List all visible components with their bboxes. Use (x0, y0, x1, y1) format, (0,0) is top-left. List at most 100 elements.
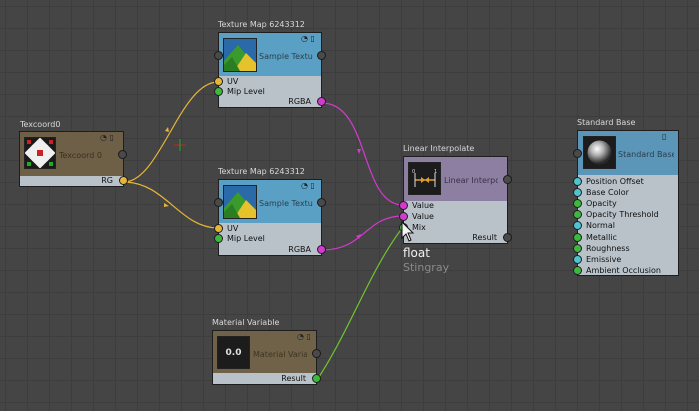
lerp-value2-label: Value (412, 212, 434, 221)
lerp-thumbnail-icon: 0 1 (408, 162, 441, 195)
wire-texcoord-to-texmap-top (123, 81, 219, 183)
node-options-icon[interactable]: ▯ (662, 133, 666, 141)
node-options-icon[interactable]: ◔ ▯ (301, 35, 315, 43)
texcoord-node-body: RG (20, 176, 128, 186)
texmap-bottom-node-label: Sample Texture (259, 199, 313, 208)
texmap-bottom-node[interactable]: Sample Texture ◔ ▯ UV Mip Level RGBA (214, 179, 326, 256)
standard-base-node[interactable]: Standard Base ▯ Position Offset Base Colo… (573, 130, 679, 276)
standard-base-input-pin[interactable] (573, 221, 582, 231)
variable-header-output-pin[interactable] (312, 349, 321, 358)
wire-arrow (356, 234, 361, 239)
node-options-icon[interactable]: ◔ ▯ (301, 182, 315, 190)
texmap-bottom-uv-input-pin[interactable] (214, 224, 223, 233)
node-graph-canvas[interactable]: Texcoord0 Texcoord 0 ◔ ▯ RG Texture Map … (0, 0, 699, 411)
texcoord-thumbnail-icon (24, 137, 56, 169)
variable-node-title: Material Variable (212, 318, 280, 327)
standard-base-input-label: Opacity Threshold (586, 210, 659, 220)
texcoord-node-header[interactable]: Texcoord 0 ◔ ▯ (20, 132, 127, 177)
texmap-bottom-header-output-pin[interactable] (317, 198, 326, 207)
mouse-cursor-icon (401, 221, 415, 242)
svg-text:1: 1 (434, 169, 437, 175)
wire-texcoord-to-texmap-bottom (123, 181, 219, 229)
tooltip-type-text: float (403, 246, 430, 260)
variable-result-output-pin[interactable] (312, 374, 321, 383)
material-sphere-icon (583, 136, 616, 169)
texmap-top-node-title: Texture Map 6243312 (218, 20, 305, 29)
texcoord-node-label: Texcoord 0 (59, 151, 102, 160)
lerp-result-output-pin[interactable] (503, 233, 512, 242)
standard-base-input-label: Base Color (586, 188, 629, 198)
tooltip-source-text: Stingray (403, 261, 450, 274)
standard-base-node-header[interactable]: Standard Base ▯ (573, 131, 678, 175)
variable-node[interactable]: 0.0 Material Variable ◔ ▯ Result (212, 330, 321, 385)
standard-base-input-pin[interactable] (573, 199, 582, 209)
texmap-top-rgba-output-pin[interactable] (317, 97, 326, 106)
lerp-value2-input-pin[interactable] (399, 212, 408, 221)
texmap-bottom-mip-label: Mip Level (227, 234, 265, 243)
variable-value: 0.0 (225, 348, 242, 358)
standard-base-input-label: Emissive (586, 254, 622, 264)
texcoord-header-output-pin[interactable] (118, 150, 127, 159)
node-options-icon[interactable]: ◔ ▯ (100, 134, 114, 142)
texmap-top-header-output-pin[interactable] (317, 51, 326, 60)
standard-base-input-pin[interactable] (573, 210, 582, 220)
variable-node-label: Material Variable (253, 350, 307, 359)
texmap-bottom-node-header[interactable]: Sample Texture ◔ ▯ (214, 180, 326, 223)
variable-node-body: Result (213, 373, 321, 384)
standard-base-input-label: Roughness (586, 243, 630, 253)
svg-text:0: 0 (412, 169, 415, 175)
wire-arrow (357, 149, 361, 154)
lerp-node-header[interactable]: 0 1 Linear Interpolate (404, 157, 512, 201)
standard-base-node-title: Standard Base (577, 118, 636, 127)
standard-base-input-label: Normal (586, 221, 615, 231)
texmap-bottom-rgba-label: RGBA (288, 245, 311, 254)
texmap-top-uv-label: UV (227, 77, 239, 86)
standard-base-input-pin[interactable] (573, 254, 582, 264)
texmap-bottom-node-body: UV Mip Level RGBA (214, 223, 326, 255)
texmap-top-node[interactable]: Sample Texture ◔ ▯ UV Mip Level RGBA (214, 32, 326, 108)
wire-variable-to-lerp (316, 226, 404, 381)
wire-arrow (164, 203, 169, 207)
standard-base-input-label: Opacity (586, 199, 617, 209)
standard-base-input-label: Position Offset (586, 177, 644, 186)
lerp-value1-input-pin[interactable] (399, 201, 408, 210)
texmap-bottom-uv-label: UV (227, 224, 239, 233)
standard-base-input-pin[interactable] (573, 188, 582, 198)
standard-base-node-label: Standard Base (618, 150, 674, 159)
lerp-result-label: Result (472, 233, 497, 242)
wire-texmap-bottom-to-lerp (321, 215, 404, 251)
lerp-node-label: Linear Interpolate (444, 176, 498, 185)
texcoord-rg-label: RG (101, 176, 113, 185)
texmap-top-node-header[interactable]: Sample Texture ◔ ▯ (214, 33, 326, 76)
standard-base-input-pin[interactable] (573, 177, 582, 186)
texcoord-rg-output-pin[interactable] (119, 176, 128, 185)
texture-thumbnail-icon (223, 185, 257, 219)
lerp-value1-label: Value (412, 201, 434, 210)
texmap-bottom-header-input-pin[interactable] (214, 198, 223, 207)
variable-thumbnail: 0.0 (217, 336, 250, 369)
texmap-top-node-label: Sample Texture (259, 52, 313, 61)
texmap-top-uv-input-pin[interactable] (214, 77, 223, 86)
texmap-top-header-input-pin[interactable] (214, 51, 223, 60)
wire-texmap-top-to-lerp (321, 102, 404, 206)
lerp-node[interactable]: 0 1 Linear Interpolate Value Value Mix R… (399, 156, 512, 244)
standard-base-input-pin[interactable] (573, 232, 582, 242)
texcoord-node-title: Texcoord0 (20, 120, 61, 129)
texture-thumbnail-icon (223, 38, 257, 72)
texcoord-node[interactable]: Texcoord 0 ◔ ▯ RG (19, 131, 128, 187)
lerp-header-output-pin[interactable] (503, 175, 512, 184)
lerp-node-title: Linear Interpolate (403, 144, 475, 153)
variable-result-label: Result (281, 374, 306, 383)
texmap-bottom-node-title: Texture Map 6243312 (218, 167, 305, 176)
texmap-top-rgba-label: RGBA (288, 97, 311, 106)
standard-base-input-pin[interactable] (573, 243, 582, 253)
texmap-bottom-rgba-output-pin[interactable] (317, 245, 326, 254)
texmap-top-mip-input-pin[interactable] (214, 87, 223, 96)
texmap-bottom-mip-input-pin[interactable] (214, 234, 223, 243)
standard-base-header-input-pin[interactable] (573, 149, 582, 158)
variable-node-header[interactable]: 0.0 Material Variable ◔ ▯ (213, 331, 321, 375)
standard-base-input-label: Metallic (586, 232, 617, 242)
node-options-icon[interactable]: ◔ ▯ (297, 333, 311, 341)
standard-base-input-label: Ambient Occlusion (586, 265, 661, 275)
standard-base-input-pin[interactable] (573, 265, 582, 275)
